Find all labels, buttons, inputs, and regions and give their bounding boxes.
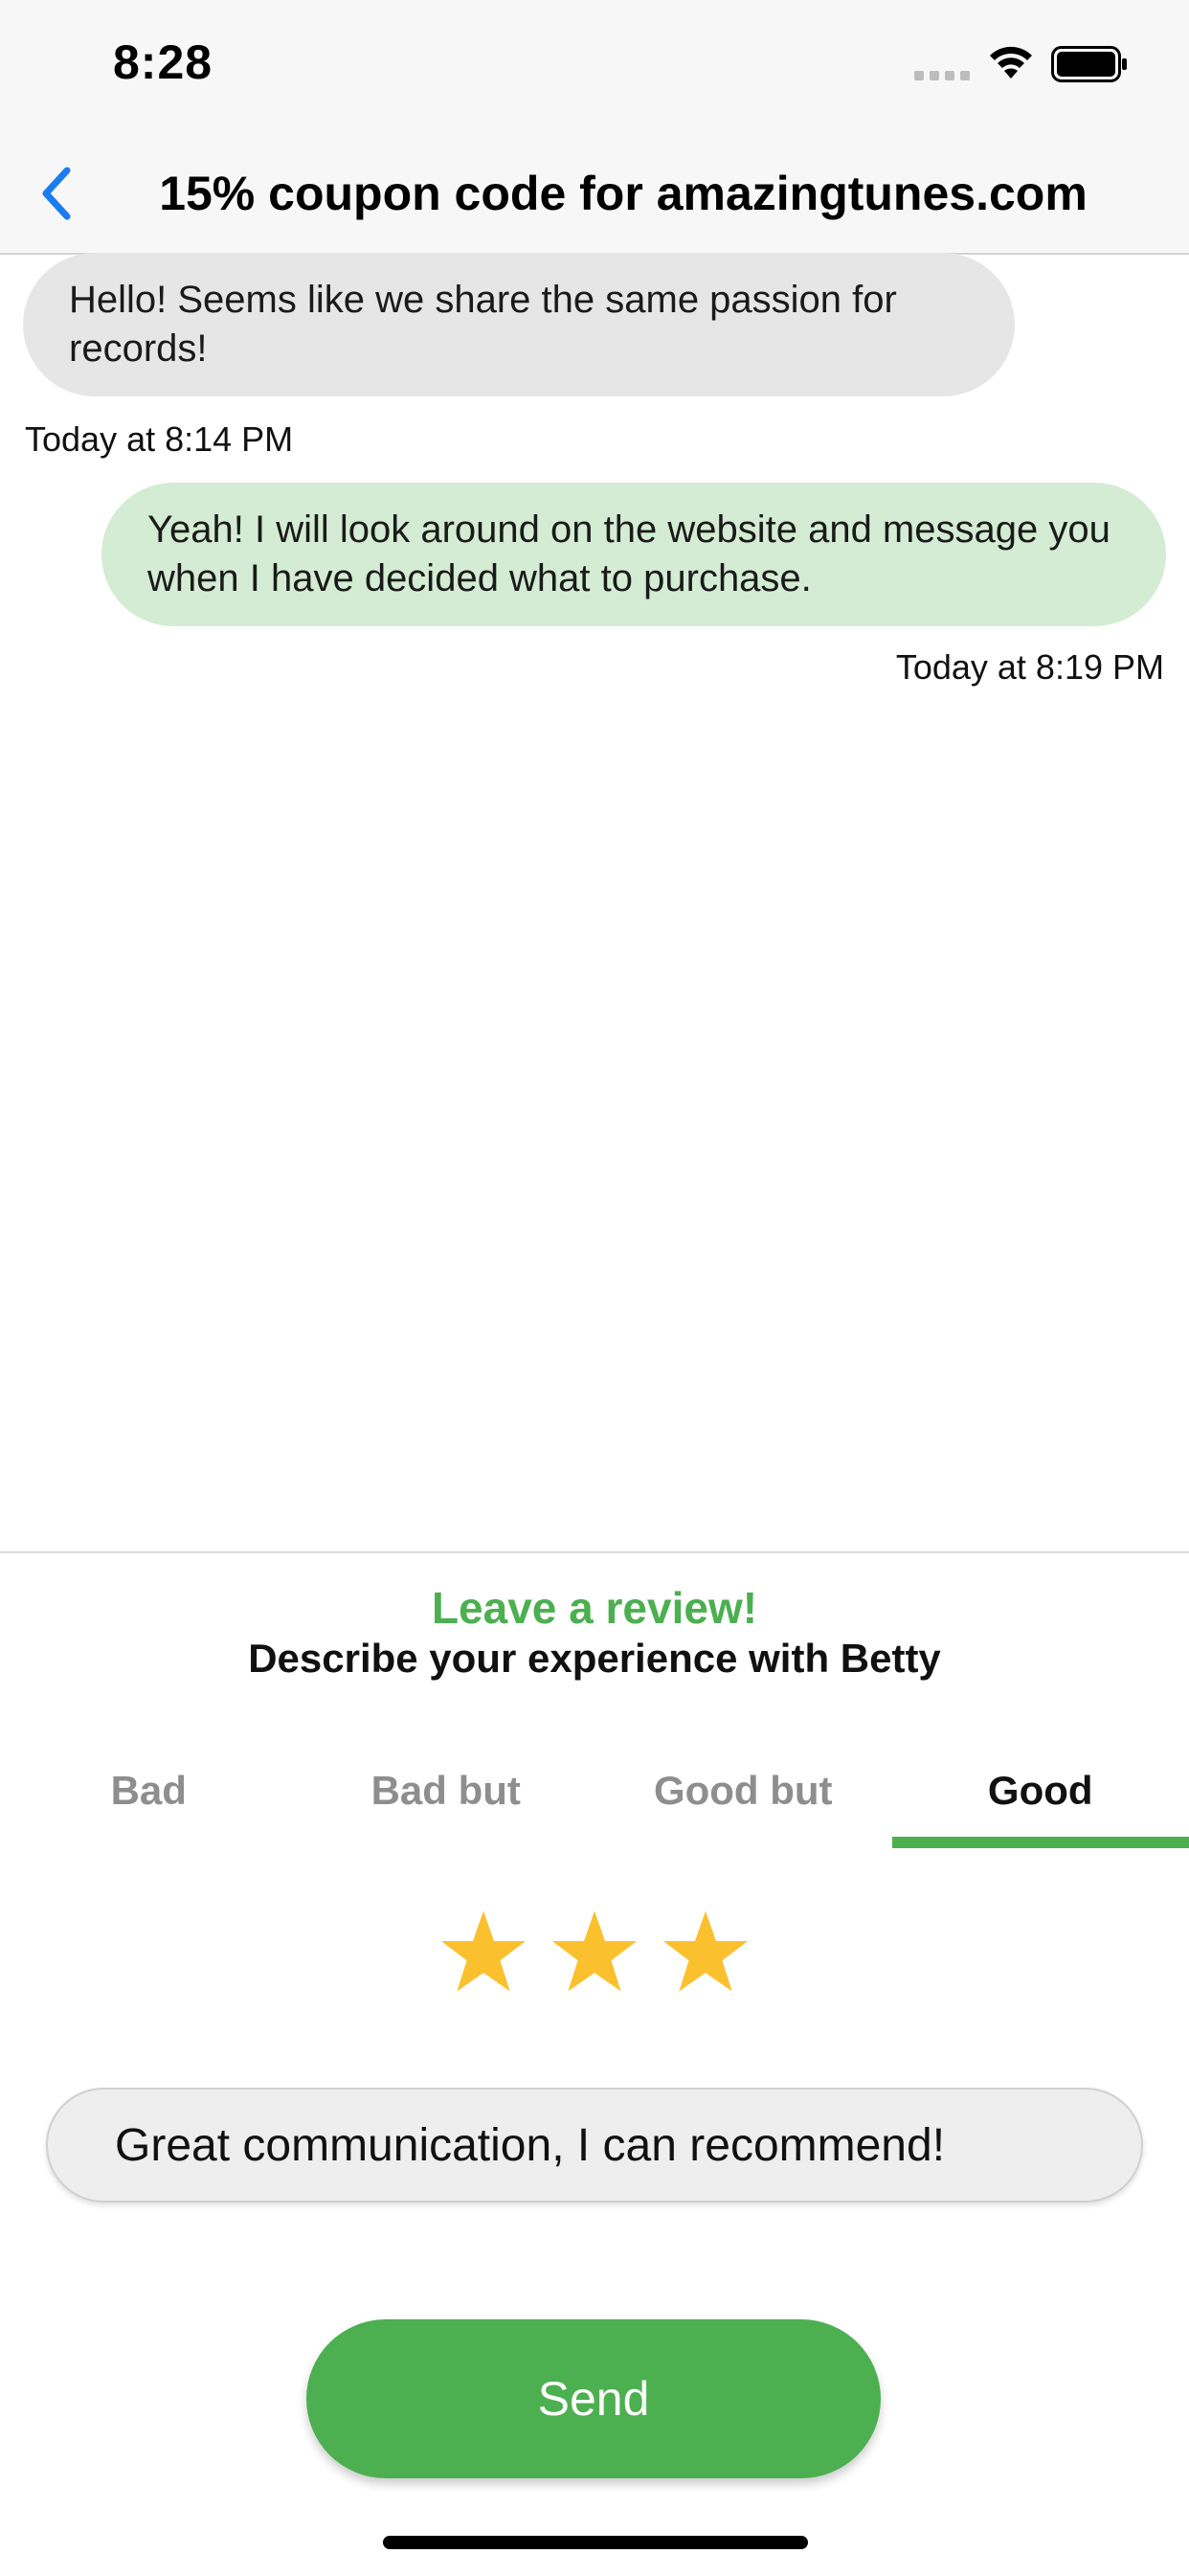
home-indicator — [383, 2536, 808, 2549]
review-title: Leave a review! — [0, 1582, 1189, 1634]
message-timestamp: Today at 8:14 PM — [25, 419, 293, 460]
rating-tabs: Bad Bad but Good but Good — [0, 1745, 1189, 1841]
back-button[interactable] — [29, 157, 82, 230]
star-icon[interactable] — [550, 1908, 639, 1996]
wifi-icon — [986, 42, 1036, 80]
send-button[interactable]: Send — [306, 2319, 881, 2478]
status-time: 8:28 — [113, 34, 213, 90]
tab-bad-but[interactable]: Bad but — [298, 1745, 595, 1841]
review-subtitle: Describe your experience with Betty — [0, 1636, 1189, 1682]
battery-icon — [1051, 46, 1128, 82]
signal-icon — [914, 69, 970, 82]
incoming-message-bubble[interactable]: Hello! Seems like we share the same pass… — [23, 253, 1015, 396]
message-list[interactable]: Hello! Seems like we share the same pass… — [0, 255, 1189, 1551]
star-icon[interactable] — [439, 1908, 527, 1996]
review-panel: Leave a review! Describe your experience… — [0, 1551, 1189, 2576]
tab-good[interactable]: Good — [892, 1745, 1189, 1841]
star-icon[interactable] — [662, 1908, 750, 1996]
page-title: 15% coupon code for amazingtunes.com — [115, 161, 1132, 226]
outgoing-message-bubble[interactable]: Yeah! I will look around on the website … — [101, 483, 1166, 626]
status-bar: 8:28 — [0, 0, 1189, 134]
message-timestamp: Today at 8:19 PM — [896, 647, 1164, 688]
tab-bad[interactable]: Bad — [0, 1745, 298, 1841]
tab-good-but[interactable]: Good but — [594, 1745, 892, 1841]
star-rating — [0, 1908, 1189, 2000]
chevron-left-icon — [36, 165, 75, 222]
nav-bar: 15% coupon code for amazingtunes.com — [0, 134, 1189, 255]
review-comment-input[interactable] — [46, 2088, 1143, 2203]
